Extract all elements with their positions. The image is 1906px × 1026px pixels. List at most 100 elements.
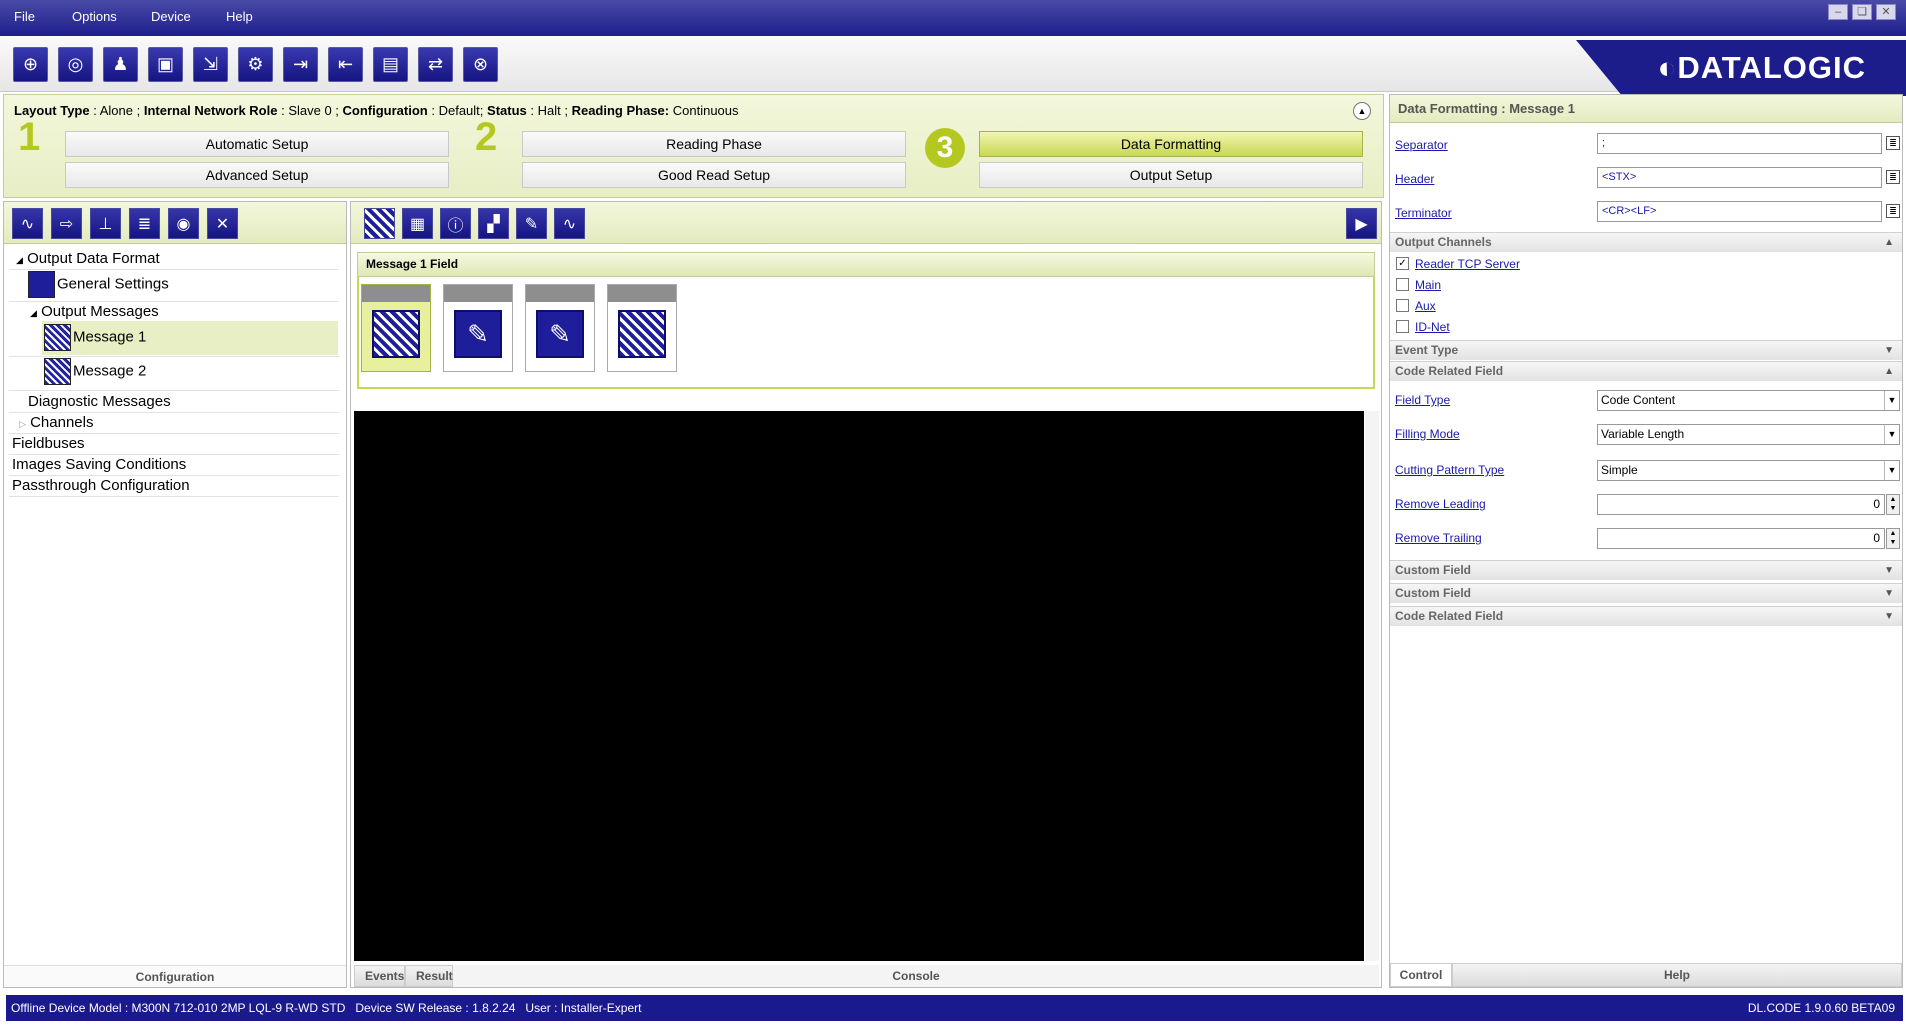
tree-fieldbuses[interactable]: Fieldbuses [12,435,85,452]
console-scrollbar[interactable] [1365,411,1379,961]
list-icon[interactable]: ≣ [129,208,160,239]
console-output[interactable] [354,411,1364,961]
advanced-setup-button[interactable]: Advanced Setup [65,162,449,188]
tree-images-saving-conditions[interactable]: Images Saving Conditions [12,456,186,473]
reading-phase-button[interactable]: Reading Phase [522,131,906,157]
barcode-icon [44,358,71,385]
tab-result[interactable]: Result [405,965,453,987]
header-input[interactable]: <STX> [1597,167,1882,188]
diagnostic-field-icon[interactable]: ∿ [554,208,585,239]
automatic-setup-button[interactable]: Automatic Setup [65,131,449,157]
tree-divider [9,390,339,391]
output-setup-button[interactable]: Output Setup [979,162,1363,188]
camera-search-icon[interactable]: ◎ [58,47,93,82]
idnet-checkbox[interactable] [1396,320,1409,333]
field-code-related-2[interactable] [607,284,677,372]
add-field-icon[interactable]: ▞ [478,208,509,239]
edit-list-icon[interactable]: ≣ [1886,136,1900,150]
tree-general-settings[interactable]: General Settings [28,271,169,298]
export-icon[interactable]: ⇥ [283,47,318,82]
filling-mode-label[interactable]: Filling Mode [1395,427,1460,441]
layout-icon[interactable]: ▣ [148,47,183,82]
play-icon[interactable]: ▶ [1346,208,1377,239]
tree-passthrough-configuration[interactable]: Passthrough Configuration [12,477,190,494]
fieldbus-icon[interactable]: ◉ [168,208,199,239]
remove-trailing-label[interactable]: Remove Trailing [1395,531,1482,545]
expand-icon[interactable]: ◢ [30,308,37,318]
info-icon[interactable]: ⓘ [440,208,471,239]
field-type-label[interactable]: Field Type [1395,393,1450,407]
aux-label[interactable]: Aux [1415,299,1436,313]
tree-channels[interactable]: ▷ Channels [19,414,93,431]
tree-diagnostic-messages[interactable]: Diagnostic Messages [28,393,171,410]
usb-icon[interactable]: ⊥ [90,208,121,239]
menu-file[interactable]: File [14,9,35,24]
remove-leading-input[interactable]: 0 [1597,494,1885,515]
remove-leading-label[interactable]: Remove Leading [1395,497,1486,511]
main-label[interactable]: Main [1415,278,1441,292]
cutting-pattern-label[interactable]: Cutting Pattern Type [1395,463,1504,477]
event-type-section[interactable]: Event Type ▼ [1390,340,1902,360]
code-related-field-section[interactable]: Code Related Field ▲ [1390,361,1902,381]
tab-console[interactable]: Console [453,965,1379,987]
expand-icon[interactable]: ◢ [16,255,23,265]
custom-field-section-1[interactable]: Custom Field ▼ [1390,560,1902,580]
edit-list-icon[interactable]: ≣ [1886,170,1900,184]
delete-icon[interactable]: ✕ [207,208,238,239]
field-custom-2[interactable]: ✎ [525,284,595,372]
separator-input[interactable]: ; [1597,133,1882,154]
custom-field-section-2[interactable]: Custom Field ▼ [1390,583,1902,603]
custom-text-icon[interactable]: ✎ [516,208,547,239]
filling-mode-select[interactable]: Variable Length ▼ [1597,424,1900,445]
close-button[interactable]: ✕ [1876,4,1896,20]
add-barcode-field-icon[interactable] [364,208,395,239]
reader-tcp-label[interactable]: Reader TCP Server [1415,257,1520,271]
terminator-label[interactable]: Terminator [1395,206,1452,220]
restore-button[interactable]: ❏ [1852,4,1872,20]
add-2d-code-field-icon[interactable]: ▦ [402,208,433,239]
code-related-field-section-2[interactable]: Code Related Field ▼ [1390,606,1902,626]
tab-help[interactable]: Help [1452,963,1902,987]
reader-tcp-checkbox[interactable]: ✓ [1396,257,1409,270]
terminator-input[interactable]: <CR><LF> [1597,201,1882,222]
minimize-button[interactable]: – [1828,4,1848,20]
collapse-icon[interactable]: ▲ [1353,102,1371,120]
good-read-setup-button[interactable]: Good Read Setup [522,162,906,188]
header-label[interactable]: Header [1395,172,1434,186]
field-custom-1[interactable]: ✎ [443,284,513,372]
crosshair-icon[interactable]: ⊕ [13,47,48,82]
barcode-icon [618,310,666,358]
tree-output-data-format[interactable]: ◢ Output Data Format [16,250,160,267]
camera-output-icon[interactable]: ⇨ [51,208,82,239]
tree-output-messages[interactable]: ◢ Output Messages [30,303,159,320]
camera-arrow-icon[interactable]: ⇲ [193,47,228,82]
camera-config-icon[interactable]: ⚙ [238,47,273,82]
field-code-related-1[interactable] [361,284,431,372]
spinner-icon[interactable]: ▲ ▼ [1886,494,1900,515]
menu-device[interactable]: Device [151,9,191,24]
target-icon[interactable]: ⊗ [463,47,498,82]
tree-message-2[interactable]: Message 2 [44,358,146,385]
menu-help[interactable]: Help [226,9,253,24]
diagnostics-icon[interactable]: ∿ [12,208,43,239]
user-icon[interactable]: ♟ [103,47,138,82]
idnet-label[interactable]: ID-Net [1415,320,1450,334]
output-channels-section[interactable]: Output Channels ▲ [1390,232,1902,252]
network-icon[interactable]: ⇄ [418,47,453,82]
edit-list-icon[interactable]: ≣ [1886,204,1900,218]
main-checkbox[interactable] [1396,278,1409,291]
collapsed-arrow-icon[interactable]: ▷ [19,419,26,429]
spinner-icon[interactable]: ▲ ▼ [1886,528,1900,549]
tree-message-1[interactable]: Message 1 [44,324,146,351]
cutting-pattern-select[interactable]: Simple ▼ [1597,460,1900,481]
menu-options[interactable]: Options [72,9,117,24]
aux-checkbox[interactable] [1396,299,1409,312]
remove-trailing-input[interactable]: 0 [1597,528,1885,549]
data-formatting-button[interactable]: Data Formatting [979,131,1363,157]
tab-control[interactable]: Control [1390,963,1452,987]
tab-events[interactable]: Events [354,965,405,987]
import-icon[interactable]: ⇤ [328,47,363,82]
separator-label[interactable]: Separator [1395,138,1448,152]
field-type-select[interactable]: Code Content ▼ [1597,390,1900,411]
monitor-icon[interactable]: ▤ [373,47,408,82]
